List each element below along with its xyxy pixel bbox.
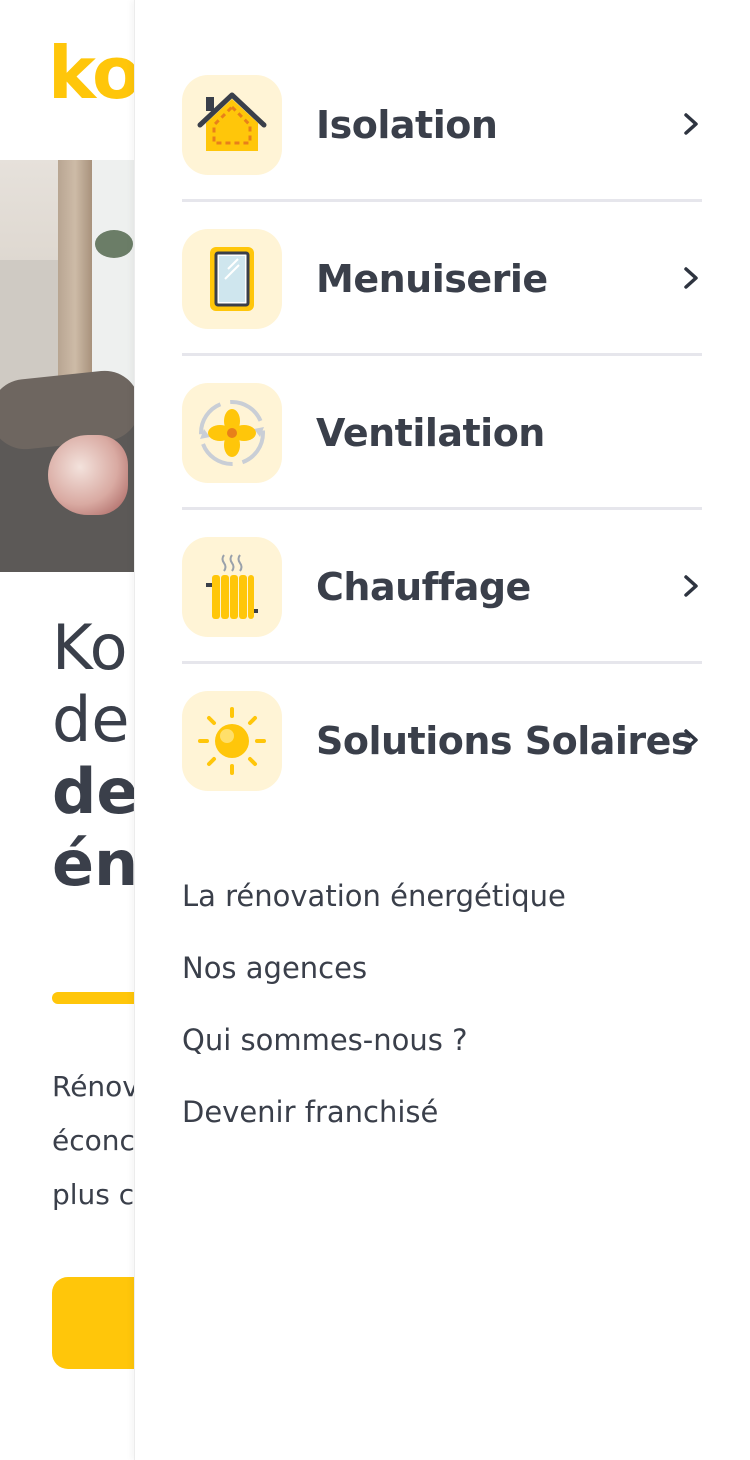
hero-image (0, 160, 140, 572)
link-renovation-energetique[interactable]: La rénovation énergétique (182, 860, 682, 932)
menu-item-label: Chauffage (316, 565, 531, 609)
menu-item-label: Ventilation (316, 411, 545, 455)
chevron-right-icon (678, 571, 704, 601)
menu-item-menuiserie[interactable]: Menuiserie (182, 202, 702, 356)
link-nos-agences[interactable]: Nos agences (182, 932, 682, 1004)
menu-item-label: Menuiserie (316, 257, 548, 301)
category-menu: Isolation Menuiserie Ventilation Chauffa… (182, 48, 702, 818)
menu-item-label: Solutions Solaires (316, 719, 694, 763)
radiator-icon (182, 537, 282, 637)
menu-item-label: Isolation (316, 103, 498, 147)
chevron-right-icon (678, 109, 704, 139)
menu-item-chauffage[interactable]: Chauffage (182, 510, 702, 664)
menu-item-isolation[interactable]: Isolation (182, 48, 702, 202)
sun-icon (182, 691, 282, 791)
fan-icon (182, 383, 282, 483)
chevron-right-icon (678, 263, 704, 293)
navigation-drawer: Isolation Menuiserie Ventilation Chauffa… (134, 0, 750, 1460)
menu-item-solutions-solaires[interactable]: Solutions Solaires (182, 664, 702, 818)
house-insulation-icon (182, 75, 282, 175)
secondary-links: La rénovation énergétique Nos agences Qu… (182, 860, 682, 1148)
menu-item-ventilation[interactable]: Ventilation (182, 356, 702, 510)
chevron-right-icon (678, 725, 704, 755)
brand-logo[interactable]: ko (48, 28, 141, 118)
window-icon (182, 229, 282, 329)
link-devenir-franchise[interactable]: Devenir franchisé (182, 1076, 682, 1148)
link-qui-sommes-nous[interactable]: Qui sommes-nous ? (182, 1004, 682, 1076)
